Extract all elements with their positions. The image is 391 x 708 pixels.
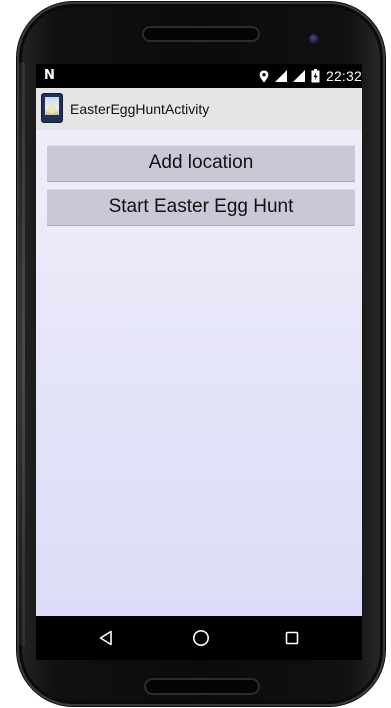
app-icon <box>42 94 62 122</box>
battery-icon <box>311 69 320 83</box>
speaker-grille-top <box>142 26 260 42</box>
speaker-grille-bottom <box>144 678 260 695</box>
app-icon-image <box>45 97 59 115</box>
activity-title: EasterEggHuntActivity <box>70 101 210 117</box>
status-icons: 22:32 <box>259 67 362 85</box>
action-bar: EasterEggHuntActivity <box>36 88 362 130</box>
main-content: Add location Start Easter Egg Hunt <box>36 130 362 616</box>
notification-icon: N <box>44 68 55 83</box>
back-icon[interactable] <box>90 624 122 652</box>
start-easter-egg-hunt-button[interactable]: Start Easter Egg Hunt <box>47 189 355 225</box>
front-camera <box>309 34 319 44</box>
signal-icon <box>274 70 287 82</box>
status-bar: N 22:32 <box>36 64 362 88</box>
location-icon <box>259 70 269 83</box>
home-icon[interactable] <box>185 624 217 652</box>
navigation-bar <box>36 616 362 660</box>
device-screen: N 22:32 EasterEggHuntActivity Add locati… <box>36 64 362 660</box>
signal-icon <box>292 70 305 82</box>
phone-edge-highlight <box>19 62 25 646</box>
recent-apps-icon[interactable] <box>276 624 308 652</box>
add-location-button[interactable]: Add location <box>47 145 355 181</box>
status-time: 22:32 <box>325 68 362 84</box>
